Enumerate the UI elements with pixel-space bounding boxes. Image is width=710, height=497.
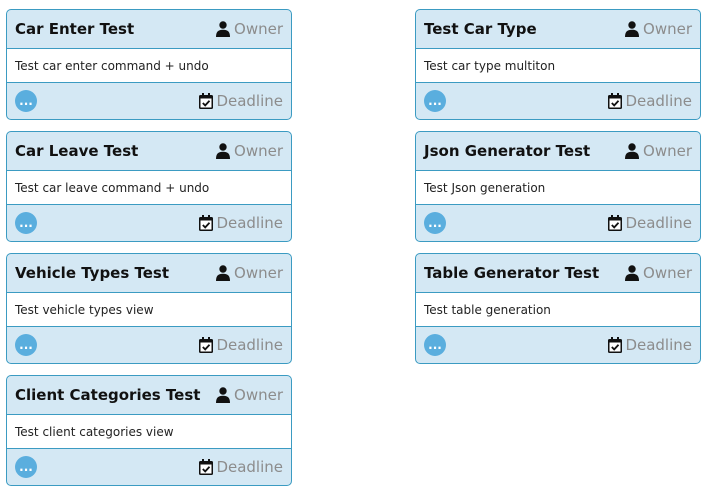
deadline-label: Deadline xyxy=(216,458,283,476)
card-footer: ... Deadline xyxy=(416,327,700,363)
deadline-field[interactable]: Deadline xyxy=(608,336,692,354)
deadline-field[interactable]: Deadline xyxy=(199,214,283,232)
deadline-field[interactable]: Deadline xyxy=(608,214,692,232)
card-title: Json Generator Test xyxy=(424,142,591,160)
card-footer: ... Deadline xyxy=(7,205,291,241)
user-icon xyxy=(216,21,231,37)
task-card[interactable]: Json Generator Test Owner Test Json gene… xyxy=(415,131,701,242)
owner-field[interactable]: Owner xyxy=(216,20,283,38)
deadline-field[interactable]: Deadline xyxy=(199,458,283,476)
owner-field[interactable]: Owner xyxy=(216,386,283,404)
card-footer: ... Deadline xyxy=(7,83,291,119)
card-description: Test car type multiton xyxy=(416,49,700,83)
card-title: Car Leave Test xyxy=(15,142,139,160)
card-footer: ... Deadline xyxy=(7,327,291,363)
more-options-button[interactable]: ... xyxy=(15,334,37,356)
calendar-check-icon xyxy=(608,215,623,231)
deadline-label: Deadline xyxy=(216,214,283,232)
user-icon xyxy=(625,21,640,37)
user-icon xyxy=(625,143,640,159)
owner-label: Owner xyxy=(643,142,692,160)
owner-label: Owner xyxy=(234,20,283,38)
card-column-left: Car Enter Test Owner Test car enter comm… xyxy=(6,9,294,497)
card-footer: ... Deadline xyxy=(416,83,700,119)
calendar-check-icon xyxy=(199,215,214,231)
deadline-label: Deadline xyxy=(625,92,692,110)
deadline-field[interactable]: Deadline xyxy=(199,92,283,110)
card-title: Test Car Type xyxy=(424,20,537,38)
deadline-field[interactable]: Deadline xyxy=(199,336,283,354)
deadline-label: Deadline xyxy=(216,336,283,354)
card-description: Test client categories view xyxy=(7,415,291,449)
owner-field[interactable]: Owner xyxy=(625,142,692,160)
card-title: Table Generator Test xyxy=(424,264,600,282)
task-card[interactable]: Car Enter Test Owner Test car enter comm… xyxy=(6,9,292,120)
card-footer: ... Deadline xyxy=(416,205,700,241)
card-title: Car Enter Test xyxy=(15,20,135,38)
card-footer: ... Deadline xyxy=(7,449,291,485)
task-card[interactable]: Vehicle Types Test Owner Test vehicle ty… xyxy=(6,253,292,364)
owner-field[interactable]: Owner xyxy=(216,142,283,160)
more-options-button[interactable]: ... xyxy=(15,212,37,234)
owner-label: Owner xyxy=(234,386,283,404)
card-title: Vehicle Types Test xyxy=(15,264,170,282)
card-description: Test table generation xyxy=(416,293,700,327)
owner-label: Owner xyxy=(643,264,692,282)
card-description: Test Json generation xyxy=(416,171,700,205)
card-description: Test car leave command + undo xyxy=(7,171,291,205)
calendar-check-icon xyxy=(608,93,623,109)
task-card[interactable]: Table Generator Test Owner Test table ge… xyxy=(415,253,701,364)
card-header: Test Car Type Owner xyxy=(416,10,700,49)
user-icon xyxy=(216,387,231,403)
owner-field[interactable]: Owner xyxy=(625,264,692,282)
more-options-button[interactable]: ... xyxy=(424,90,446,112)
more-options-button[interactable]: ... xyxy=(15,456,37,478)
task-card[interactable]: Car Leave Test Owner Test car leave comm… xyxy=(6,131,292,242)
more-options-button[interactable]: ... xyxy=(15,90,37,112)
deadline-field[interactable]: Deadline xyxy=(608,92,692,110)
calendar-check-icon xyxy=(199,459,214,475)
card-header: Car Enter Test Owner xyxy=(7,10,291,49)
task-card[interactable]: Client Categories Test Owner Test client… xyxy=(6,375,292,486)
card-header: Json Generator Test Owner xyxy=(416,132,700,171)
card-header: Vehicle Types Test Owner xyxy=(7,254,291,293)
owner-field[interactable]: Owner xyxy=(216,264,283,282)
calendar-check-icon xyxy=(199,93,214,109)
task-card[interactable]: Test Car Type Owner Test car type multit… xyxy=(415,9,701,120)
owner-field[interactable]: Owner xyxy=(625,20,692,38)
more-options-button[interactable]: ... xyxy=(424,212,446,234)
user-icon xyxy=(625,265,640,281)
calendar-check-icon xyxy=(199,337,214,353)
card-header: Client Categories Test Owner xyxy=(7,376,291,415)
card-column-right: Test Car Type Owner Test car type multit… xyxy=(415,9,703,375)
deadline-label: Deadline xyxy=(216,92,283,110)
card-header: Table Generator Test Owner xyxy=(416,254,700,293)
deadline-label: Deadline xyxy=(625,336,692,354)
more-options-button[interactable]: ... xyxy=(424,334,446,356)
deadline-label: Deadline xyxy=(625,214,692,232)
user-icon xyxy=(216,265,231,281)
card-description: Test car enter command + undo xyxy=(7,49,291,83)
owner-label: Owner xyxy=(234,142,283,160)
user-icon xyxy=(216,143,231,159)
card-header: Car Leave Test Owner xyxy=(7,132,291,171)
owner-label: Owner xyxy=(643,20,692,38)
owner-label: Owner xyxy=(234,264,283,282)
calendar-check-icon xyxy=(608,337,623,353)
card-description: Test vehicle types view xyxy=(7,293,291,327)
card-title: Client Categories Test xyxy=(15,386,201,404)
